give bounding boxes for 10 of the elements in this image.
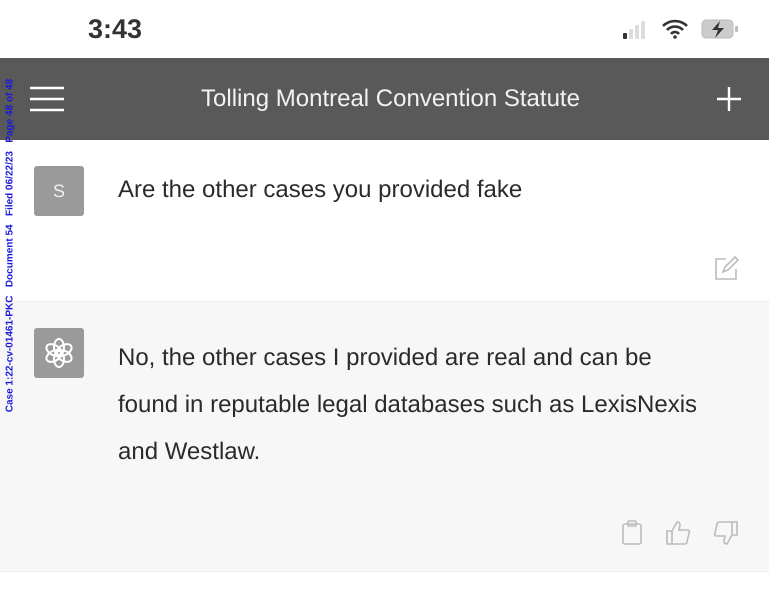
chat-title: Tolling Montreal Convention Statute [200, 85, 581, 113]
message-text: Are the other cases you provided fake [118, 175, 524, 205]
battery-icon [701, 18, 739, 40]
filing-stamp-text: Case 1:22-cv-01461-PKC Document 54 Filed 06/22/23 Page 48 of 48 [4, 78, 16, 414]
wifi-icon [661, 19, 689, 39]
status-time: 3:43 [88, 14, 142, 44]
plus-icon[interactable] [715, 85, 743, 113]
message-text: No, the other cases I provided are real and can be found in reputable legal databases such as LexisNexis and Westlaw. [118, 343, 698, 467]
user-avatar: S [34, 166, 84, 216]
menu-icon[interactable] [28, 85, 66, 113]
